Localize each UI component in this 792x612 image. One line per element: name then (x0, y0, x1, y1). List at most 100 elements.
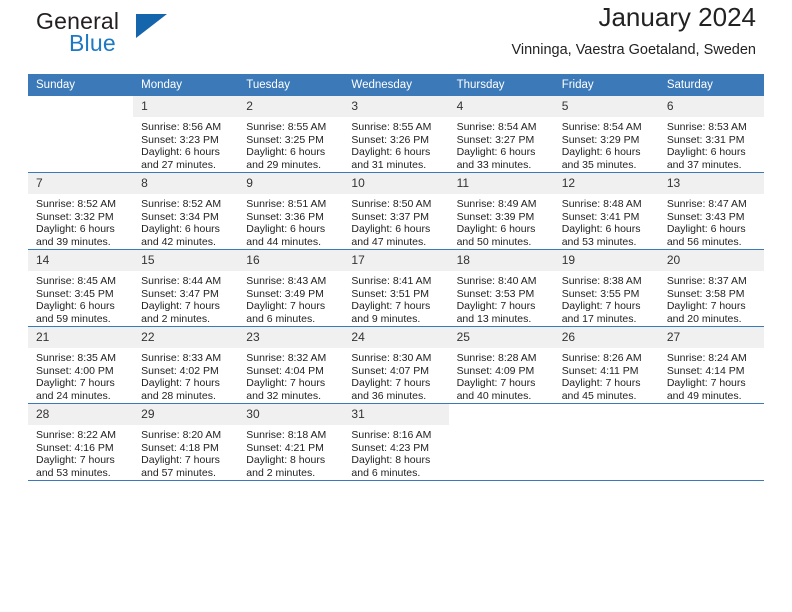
weekday-header-friday: Friday (553, 74, 659, 96)
day-info-line: Sunset: 4:07 PM (351, 364, 430, 377)
day-number: 22 (133, 327, 239, 348)
day-info-line: Daylight: 7 hours (36, 377, 115, 390)
day-info-line: Sunset: 3:47 PM (141, 287, 219, 300)
day-sun-info: Sunrise: 8:32 AM Sunset: 4:04 PM Daylight:… (238, 348, 343, 402)
day-info-line: Sunset: 4:14 PM (666, 364, 745, 377)
calendar-day-cell[interactable]: 7 Sunrise: 8:52 AM Sunset: 3:32 PM Daylight… (28, 172, 134, 250)
calendar-day-cell[interactable]: 3 Sunrise: 8:55 AM Sunset: 3:26 PM Daylight… (343, 96, 449, 173)
calendar-day-cell[interactable]: 27 Sunrise: 8:24 AM Sunset: 4:14 PM Dayligh… (658, 326, 764, 404)
calendar-day-cell[interactable]: 30 Sunrise: 8:18 AM Sunset: 4:21 PM Dayligh… (238, 403, 344, 481)
day-number: 15 (133, 250, 239, 271)
day-sun-info: Sunrise: 8:52 AM Sunset: 3:34 PM Daylight:… (133, 194, 238, 248)
calendar-day-cell[interactable]: 14 Sunrise: 8:45 AM Sunset: 3:45 PM Dayligh… (28, 249, 134, 327)
day-info-line: Sunrise: 8:35 AM (36, 352, 116, 364)
calendar-day-cell[interactable]: 18 Sunrise: 8:40 AM Sunset: 3:53 PM Dayligh… (448, 249, 554, 327)
calendar-day-cell[interactable]: 4 Sunrise: 8:54 AM Sunset: 3:27 PM Daylight… (448, 96, 554, 173)
day-info-line: Sunset: 3:37 PM (351, 210, 430, 223)
calendar-day-cell[interactable]: 31 Sunrise: 8:16 AM Sunset: 4:23 PM Dayligh… (343, 403, 449, 481)
calendar-week-row: 7 Sunrise: 8:52 AM Sunset: 3:32 PM Daylight… (28, 172, 764, 250)
day-info-line: Sunset: 3:36 PM (246, 210, 324, 223)
day-info-line: Sunset: 3:43 PM (666, 210, 745, 223)
day-info-line: Sunset: 4:02 PM (141, 364, 219, 377)
day-info-line: Sunset: 3:41 PM (561, 210, 640, 223)
calendar-day-cell[interactable]: 21 Sunrise: 8:35 AM Sunset: 4:00 PM Dayligh… (28, 326, 134, 404)
day-info-line: Sunrise: 8:20 AM (141, 429, 222, 441)
day-info-line: and 53 minutes. (36, 466, 111, 479)
day-info-line: Sunset: 4:09 PM (456, 364, 535, 377)
calendar-day-cell[interactable]: 15 Sunrise: 8:44 AM Sunset: 3:47 PM Dayligh… (133, 249, 239, 327)
day-info-line: Sunrise: 8:53 AM (666, 121, 747, 133)
day-number: 27 (658, 327, 764, 348)
day-sun-info: Sunrise: 8:49 AM Sunset: 3:39 PM Daylight:… (449, 194, 554, 248)
day-sun-info: Sunrise: 8:45 AM Sunset: 3:45 PM Daylight:… (28, 271, 133, 325)
day-info-line: and 44 minutes. (246, 235, 321, 248)
day-info-line: and 42 minutes. (141, 235, 216, 248)
calendar-table: Sunday Monday Tuesday Wednesday Thursday Frid… (28, 74, 764, 481)
day-info-line: Sunset: 4:16 PM (36, 441, 114, 454)
day-info-line: Sunset: 3:51 PM (351, 287, 430, 300)
calendar-day-cell[interactable]: 28 Sunrise: 8:22 AM Sunset: 4:16 PM Dayligh… (28, 403, 134, 481)
calendar-day-cell[interactable]: 22 Sunrise: 8:33 AM Sunset: 4:02 PM Dayligh… (133, 326, 239, 404)
calendar-day-cell[interactable]: 2 Sunrise: 8:55 AM Sunset: 3:25 PM Daylight… (238, 96, 344, 173)
day-number: 5 (553, 96, 659, 117)
day-info-line: and 35 minutes. (561, 158, 637, 171)
day-info-line: and 47 minutes. (351, 235, 427, 248)
calendar-day-cell[interactable]: 24 Sunrise: 8:30 AM Sunset: 4:07 PM Dayligh… (343, 326, 449, 404)
calendar-day-cell[interactable]: 6 Sunrise: 8:53 AM Sunset: 3:31 PM Daylight… (658, 96, 764, 173)
day-sun-info (28, 117, 133, 121)
calendar-page: General Blue January 2024 Vinninga, Vaes… (0, 0, 792, 612)
calendar-day-cell[interactable]: 9 Sunrise: 8:51 AM Sunset: 3:36 PM Daylight… (238, 172, 344, 250)
day-sun-info: Sunrise: 8:50 AM Sunset: 3:37 PM Daylight:… (343, 194, 448, 248)
weekday-header-saturday: Saturday (658, 74, 764, 96)
calendar-day-cell[interactable]: 23 Sunrise: 8:32 AM Sunset: 4:04 PM Dayligh… (238, 326, 344, 404)
day-info-line: Sunrise: 8:18 AM (246, 429, 327, 441)
calendar-day-cell[interactable]: 11 Sunrise: 8:49 AM Sunset: 3:39 PM Dayligh… (448, 172, 554, 250)
day-info-line: Sunset: 3:34 PM (141, 210, 219, 223)
calendar-day-cell[interactable]: 5 Sunrise: 8:54 AM Sunset: 3:29 PM Daylight… (553, 96, 659, 173)
calendar-day-cell-empty (28, 96, 134, 173)
day-info-line: Sunset: 4:11 PM (561, 364, 639, 377)
day-sun-info: Sunrise: 8:37 AM Sunset: 3:58 PM Daylight:… (659, 271, 764, 325)
weekday-header-tuesday: Tuesday (238, 74, 344, 96)
day-info-line: and 29 minutes. (246, 158, 321, 171)
day-sun-info (554, 425, 659, 429)
day-info-line: Sunrise: 8:41 AM (351, 275, 432, 287)
day-number: 4 (448, 96, 554, 117)
page-subtitle: Vinninga, Vaestra Goetaland, Sweden (511, 42, 756, 58)
day-sun-info: Sunrise: 8:24 AM Sunset: 4:14 PM Daylight:… (659, 348, 764, 402)
calendar-day-cell[interactable]: 1 Sunrise: 8:56 AM Sunset: 3:23 PM Daylight… (133, 96, 239, 173)
day-sun-info: Sunrise: 8:33 AM Sunset: 4:02 PM Daylight:… (133, 348, 238, 402)
calendar-day-cell-empty (448, 403, 554, 481)
calendar-day-cell[interactable]: 19 Sunrise: 8:38 AM Sunset: 3:55 PM Dayligh… (553, 249, 659, 327)
calendar-day-cell[interactable]: 16 Sunrise: 8:43 AM Sunset: 3:49 PM Dayligh… (238, 249, 344, 327)
day-number: 8 (133, 173, 239, 194)
day-info-line: Daylight: 6 hours (561, 223, 641, 236)
day-info-line: Sunset: 3:55 PM (561, 287, 640, 300)
calendar-day-cell[interactable]: 12 Sunrise: 8:48 AM Sunset: 3:41 PM Dayligh… (553, 172, 659, 250)
calendar-day-cell[interactable]: 20 Sunrise: 8:37 AM Sunset: 3:58 PM Dayligh… (658, 249, 764, 327)
day-info-line: Sunrise: 8:40 AM (456, 275, 537, 287)
day-info-line: and 45 minutes. (561, 389, 637, 402)
day-info-line: Daylight: 6 hours (351, 223, 431, 236)
day-number: 24 (343, 327, 449, 348)
calendar-day-cell[interactable]: 25 Sunrise: 8:28 AM Sunset: 4:09 PM Dayligh… (448, 326, 554, 404)
calendar-day-cell[interactable]: 26 Sunrise: 8:26 AM Sunset: 4:11 PM Dayligh… (553, 326, 659, 404)
day-sun-info: Sunrise: 8:22 AM Sunset: 4:16 PM Daylight:… (28, 425, 133, 479)
day-number: 11 (448, 173, 554, 194)
day-info-line: and 57 minutes. (141, 466, 216, 479)
day-sun-info: Sunrise: 8:20 AM Sunset: 4:18 PM Daylight:… (133, 425, 238, 479)
calendar-day-cell[interactable]: 13 Sunrise: 8:47 AM Sunset: 3:43 PM Dayligh… (658, 172, 764, 250)
day-info-line: and 40 minutes. (456, 389, 532, 402)
day-number: 6 (658, 96, 764, 117)
calendar-day-cell[interactable]: 10 Sunrise: 8:50 AM Sunset: 3:37 PM Dayligh… (343, 172, 449, 250)
day-info-line: Sunset: 4:18 PM (141, 441, 219, 454)
day-number: 30 (238, 404, 344, 425)
calendar-day-cell[interactable]: 29 Sunrise: 8:20 AM Sunset: 4:18 PM Dayligh… (133, 403, 239, 481)
page-header: General Blue January 2024 Vinninga, Vaes… (28, 0, 764, 74)
day-info-line: Sunset: 3:25 PM (246, 133, 324, 146)
calendar-day-cell[interactable]: 17 Sunrise: 8:41 AM Sunset: 3:51 PM Dayligh… (343, 249, 449, 327)
calendar-day-cell[interactable]: 8 Sunrise: 8:52 AM Sunset: 3:34 PM Daylight… (133, 172, 239, 250)
day-info-line: Sunset: 3:32 PM (36, 210, 114, 223)
day-info-line: Sunrise: 8:16 AM (351, 429, 432, 441)
day-sun-info: Sunrise: 8:54 AM Sunset: 3:27 PM Daylight:… (449, 117, 554, 171)
